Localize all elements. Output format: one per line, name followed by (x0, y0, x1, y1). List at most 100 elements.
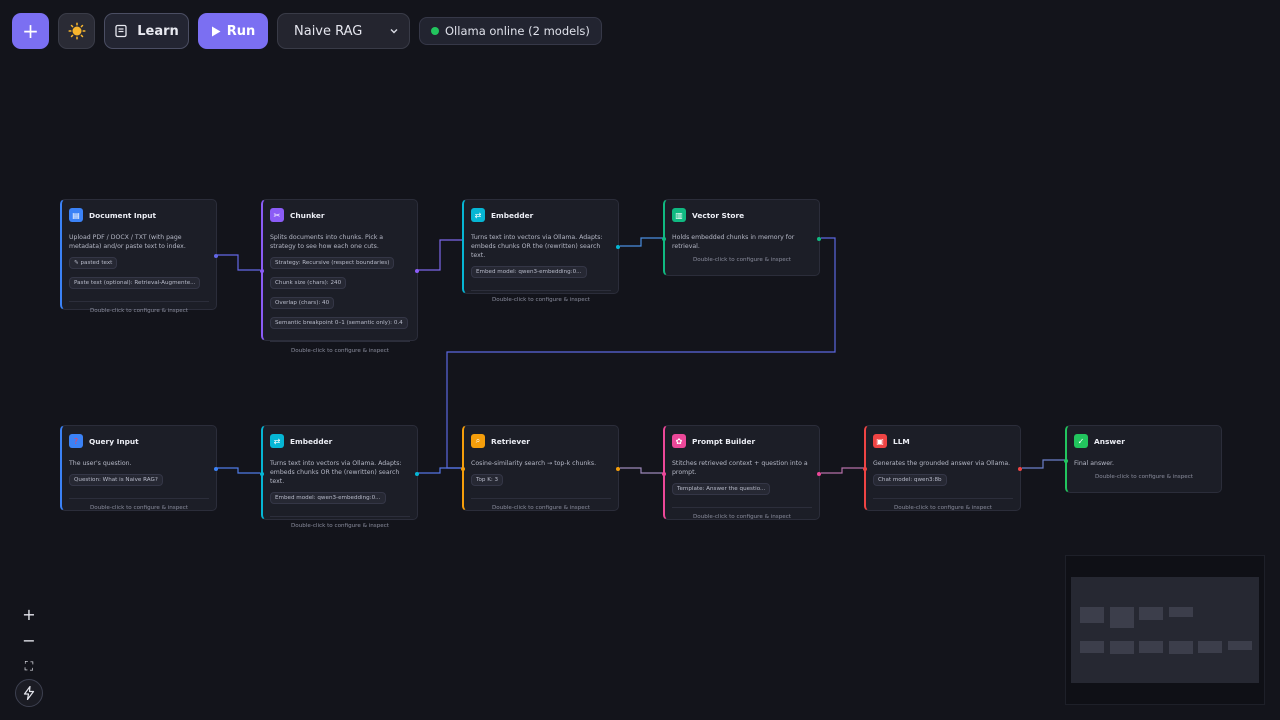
node-header: ✂ Chunker (270, 207, 410, 223)
edge-llm-answer (1022, 459, 1065, 469)
node-title: Vector Store (692, 210, 745, 220)
zoom-out-button[interactable]: − (16, 627, 42, 653)
input-handle[interactable] (662, 472, 666, 476)
output-handle[interactable] (415, 472, 419, 476)
node-description: Stitches retrieved context + question in… (672, 460, 808, 476)
output-handle[interactable] (1018, 467, 1022, 471)
output-handle[interactable] (817, 472, 821, 476)
output-handle[interactable] (616, 245, 620, 249)
edge-embedder-vectorstore (620, 237, 663, 247)
edge-chunker-embedder (418, 239, 462, 271)
node-header: ✓ Answer (1074, 433, 1214, 449)
node-description: Splits documents into chunks. Pick a str… (270, 234, 384, 250)
node-footer: Double-click to configure & inspect (69, 498, 209, 511)
node-description: Cosine-similarity search → top-k chunks. (471, 460, 597, 467)
input-handle[interactable] (863, 467, 867, 471)
node-chip: Chunk size (chars): 240 (270, 277, 347, 289)
input-handle[interactable] (662, 237, 666, 241)
node-document-input[interactable]: ▤ Document Input Upload PDF / DOCX / TXT… (60, 199, 218, 314)
input-handle[interactable] (461, 467, 465, 471)
node-query-input[interactable]: ? Query Input The user's question. Quest… (60, 425, 218, 511)
zoom-in-button[interactable]: + (16, 601, 42, 627)
node-title: Document Input (89, 210, 157, 220)
node-embedder-query[interactable]: ⇄ Embedder Turns text into vectors via O… (260, 425, 419, 529)
vector-icon: ⇄ (471, 208, 485, 222)
node-chip: Paste text (optional): Retrieval-Augment… (69, 277, 201, 289)
node-footer: Double-click to configure & inspect (270, 341, 410, 354)
node-title: Query Input (89, 436, 139, 446)
node-chunker[interactable]: ✂ Chunker Splits documents into chunks. … (260, 199, 419, 354)
node-header: ? Query Input (69, 433, 209, 449)
node-footer: Double-click to configure & inspect (270, 516, 410, 529)
node-title: LLM (893, 436, 910, 446)
node-header: ⌕ Retriever (471, 433, 611, 449)
edge-embedder-retriever (418, 467, 462, 474)
node-header: ✿ Prompt Builder (672, 433, 812, 449)
node-header: ▤ Document Input (69, 207, 209, 223)
output-handle[interactable] (616, 467, 620, 471)
node-chip: Embed model: qwen3-embedding:0... (471, 266, 587, 278)
zoom-controls: + − ⛶ (15, 601, 43, 707)
node-description: Final answer. (1074, 460, 1114, 467)
database-icon: ▥ (672, 208, 686, 222)
output-handle[interactable] (817, 237, 821, 241)
input-handle[interactable] (260, 269, 264, 273)
question-icon: ? (69, 434, 83, 448)
output-handle[interactable] (214, 254, 218, 258)
node-chip: Semantic breakpoint 0–1 (semantic only):… (270, 317, 408, 329)
node-vector-store[interactable]: ▥ Vector Store Holds embedded chunks in … (662, 199, 821, 276)
minimap-node (1169, 607, 1193, 617)
node-description: Upload PDF / DOCX / TXT (with page metad… (69, 234, 186, 250)
node-footer: Double-click to configure & inspect (471, 290, 611, 303)
node-description: The user's question. (69, 460, 132, 467)
node-chip: Chat model: qwen3:8b (873, 474, 947, 486)
node-chip: Embed model: qwen3-embedding:0... (270, 492, 386, 504)
node-header: ▥ Vector Store (672, 207, 812, 223)
input-handle[interactable] (260, 472, 264, 476)
node-chip: Top K: 3 (471, 474, 504, 486)
node-chip: Overlap (chars): 40 (270, 297, 335, 309)
node-header: ⇄ Embedder (270, 433, 410, 449)
node-description: Holds embedded chunks in memory for retr… (672, 234, 795, 250)
node-chip: Template: Answer the questio... (672, 483, 771, 495)
magnifier-icon: ⌕ (471, 434, 485, 448)
vector-icon: ⇄ (270, 434, 284, 448)
node-description: Generates the grounded answer via Ollama… (873, 460, 1011, 467)
input-handle[interactable] (1064, 459, 1068, 463)
minimap-node (1080, 641, 1104, 653)
node-prompt-builder[interactable]: ✿ Prompt Builder Stitches retrieved cont… (662, 425, 821, 520)
edge-prompt-llm (821, 467, 864, 474)
output-handle[interactable] (415, 269, 419, 273)
output-handle[interactable] (214, 467, 218, 471)
node-footer: Double-click to configure & inspect (69, 301, 209, 314)
edge-retriever-prompt (620, 467, 663, 474)
node-header: ⇄ Embedder (471, 207, 611, 223)
node-embedder-index[interactable]: ⇄ Embedder Turns text into vectors via O… (462, 199, 620, 303)
node-answer[interactable]: ✓ Answer Final answer. Double-click to c… (1064, 425, 1222, 493)
node-footer: Double-click to configure & inspect (471, 498, 611, 511)
node-footer: Double-click to configure & inspect (672, 507, 812, 520)
edge-query-embedder (217, 467, 260, 474)
node-retriever[interactable]: ⌕ Retriever Cosine-similarity search → t… (461, 425, 620, 511)
node-chip: Question: What is Naive RAG? (69, 474, 163, 486)
minimap-node (1080, 607, 1104, 623)
minimap-node (1169, 641, 1193, 654)
minimap-node (1110, 641, 1134, 654)
minimap-viewport[interactable] (1071, 577, 1259, 683)
fit-view-button[interactable]: ⛶ (16, 653, 42, 679)
node-footer: Double-click to configure & inspect (693, 257, 791, 263)
node-description: Turns text into vectors via Ollama. Adap… (270, 460, 402, 485)
minimap[interactable] (1065, 555, 1265, 705)
node-description: Turns text into vectors via Ollama. Adap… (471, 234, 603, 259)
flower-icon: ✿ (672, 434, 686, 448)
interactivity-toggle-button[interactable] (15, 679, 43, 707)
node-title: Embedder (290, 436, 333, 446)
scissors-icon: ✂ (270, 208, 284, 222)
minimap-node (1198, 641, 1222, 653)
node-title: Answer (1094, 436, 1125, 446)
minimap-node (1110, 607, 1134, 628)
document-icon: ▤ (69, 208, 83, 222)
node-llm[interactable]: ▣ LLM Generates the grounded answer via … (863, 425, 1022, 511)
lightning-icon (23, 686, 35, 700)
node-title: Chunker (290, 210, 325, 220)
